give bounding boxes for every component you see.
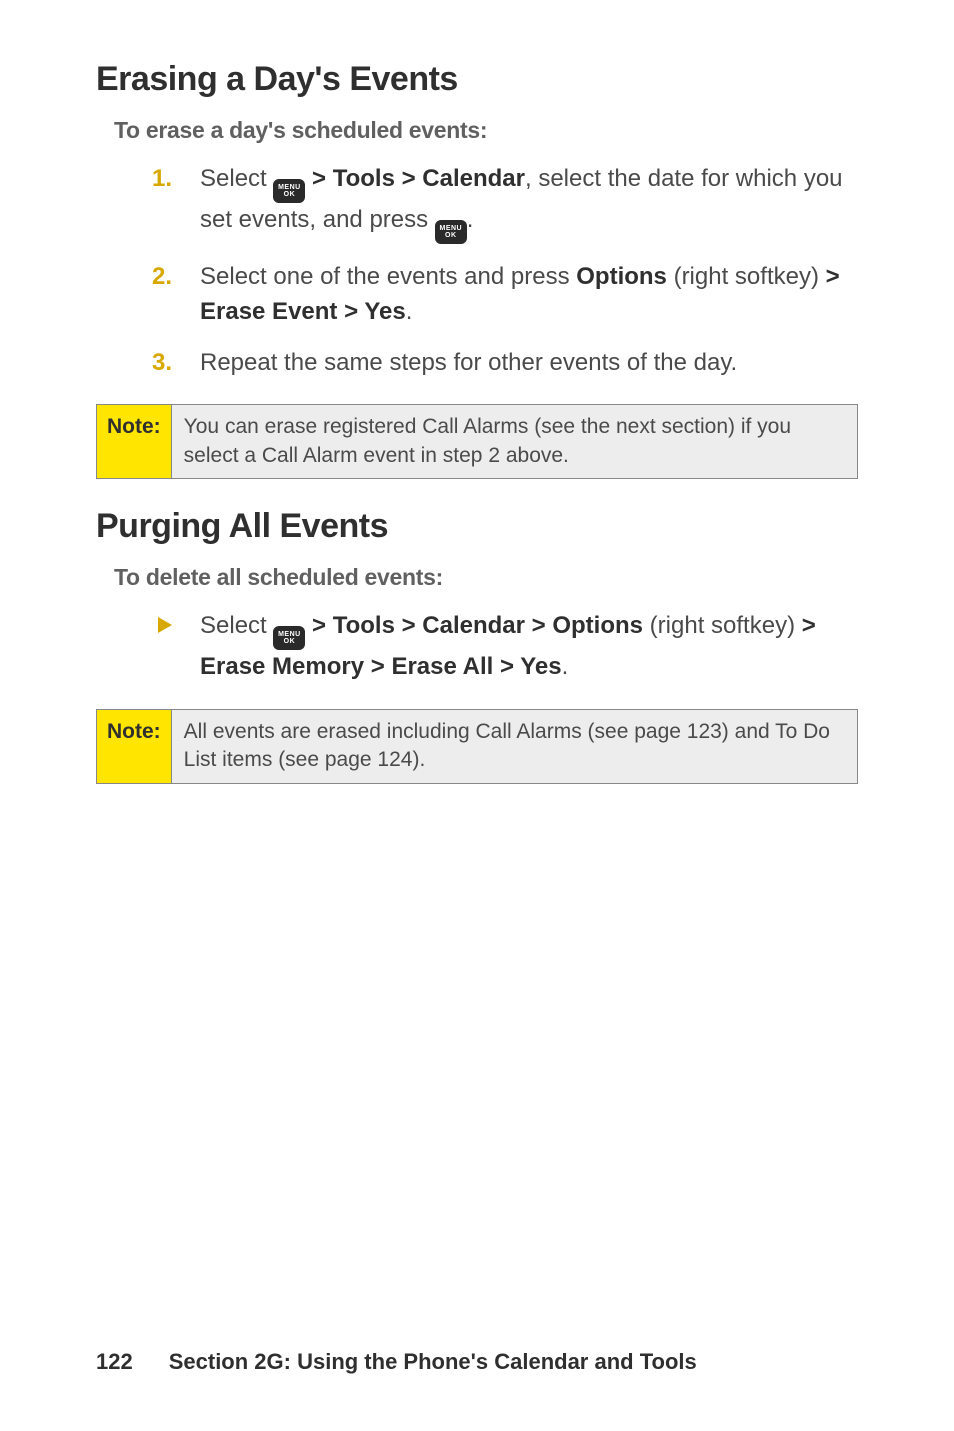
note-box-1: Note: You can erase registered Call Alar… xyxy=(96,404,858,479)
bullet-text-a: Select xyxy=(200,612,273,639)
bullet-text-b: > Tools > Calendar > Options xyxy=(305,612,643,639)
bullet-text-c: (right softkey) xyxy=(643,612,802,639)
steps-list-erase: Select MENUOK > Tools > Calendar, select… xyxy=(96,162,858,380)
step2-text-c: (right softkey) xyxy=(667,263,826,290)
bullet-list-purge: Select MENUOK > Tools > Calendar > Optio… xyxy=(96,609,858,685)
step-1: Select MENUOK > Tools > Calendar, select… xyxy=(152,162,858,244)
step2-text-e: . xyxy=(406,298,413,325)
page-footer: 122 Section 2G: Using the Phone's Calenda… xyxy=(96,1349,697,1375)
note-content: All events are erased including Call Ala… xyxy=(172,710,857,783)
note-content: You can erase registered Call Alarms (se… xyxy=(172,405,857,478)
subheading-erase: To erase a day's scheduled events: xyxy=(114,117,858,144)
menu-ok-icon: MENUOK xyxy=(435,220,467,244)
heading-purging: Purging All Events xyxy=(96,507,858,546)
bullet-text-e: . xyxy=(562,653,569,680)
step3-text: Repeat the same steps for other events o… xyxy=(200,349,737,376)
bullet-1: Select MENUOK > Tools > Calendar > Optio… xyxy=(152,609,858,685)
step-3: Repeat the same steps for other events o… xyxy=(152,346,858,381)
page: Erasing a Day's Events To erase a day's … xyxy=(0,0,954,1431)
menu-ok-icon: MENUOK xyxy=(273,179,305,203)
note-label: Note: xyxy=(97,405,172,478)
menu-ok-icon: MENUOK xyxy=(273,626,305,650)
step2-text-a: Select one of the events and press xyxy=(200,263,576,290)
step1-text-b: > Tools > Calendar xyxy=(305,165,525,192)
footer-section-label: Section 2G: Using the Phone's Calendar a… xyxy=(169,1349,697,1374)
subheading-purge: To delete all scheduled events: xyxy=(114,564,858,591)
page-number: 122 xyxy=(96,1349,133,1374)
note-label: Note: xyxy=(97,710,172,783)
heading-erasing: Erasing a Day's Events xyxy=(96,60,858,99)
step2-text-b: Options xyxy=(576,263,667,290)
note-box-2: Note: All events are erased including Ca… xyxy=(96,709,858,784)
step1-text-d: . xyxy=(467,206,474,233)
step1-text-a: Select xyxy=(200,165,273,192)
step-2: Select one of the events and press Optio… xyxy=(152,260,858,330)
